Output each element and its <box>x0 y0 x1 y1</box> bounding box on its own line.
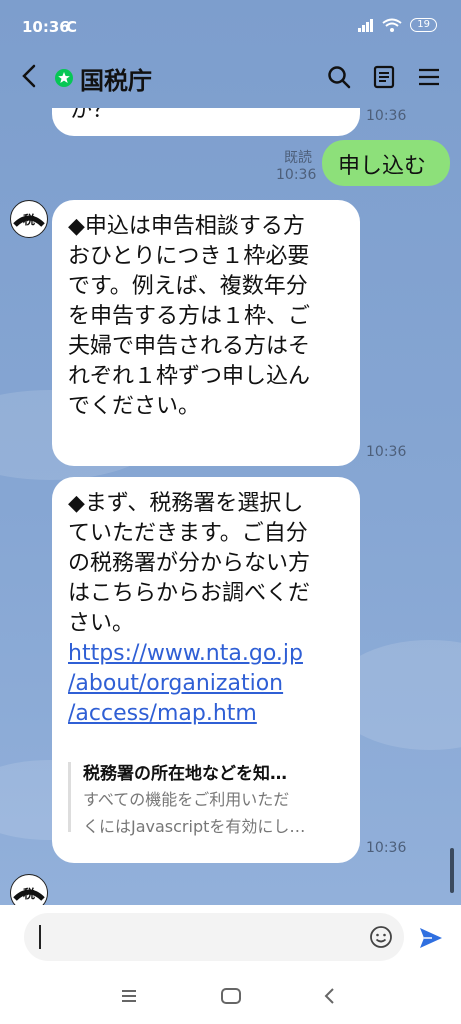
svg-text:税: 税 <box>23 886 35 901</box>
message-input-area <box>0 905 461 971</box>
chat-header: 国税庁 <box>0 44 461 108</box>
official-star-icon <box>55 69 73 87</box>
status-bar: 10:36 C 19 <box>0 0 461 44</box>
search-icon[interactable] <box>326 64 352 90</box>
send-icon[interactable] <box>418 925 444 951</box>
avatar[interactable]: 税 <box>10 200 48 238</box>
text-caret <box>39 925 41 949</box>
message-text: か？ <box>70 108 115 123</box>
sync-icon: C <box>66 18 78 36</box>
signal-icon <box>358 19 374 32</box>
link-preview-title: 税務署の所在地などを知… <box>83 764 287 784</box>
status-time: 10:36 <box>22 18 70 36</box>
message-time: 10:36 <box>366 108 407 124</box>
nav-menu-icon[interactable] <box>120 988 138 1004</box>
notes-icon[interactable] <box>371 64 397 90</box>
message-text: ◆まず、税務署を選択し ていただきます。ご自分 の税務署が分からない方 はこちら… <box>68 491 311 636</box>
link-preview-description: すべての機能をご利用いただ くにはJavascriptを有効にし… <box>83 790 306 836</box>
sent-message-text: 申し込む <box>338 154 427 179</box>
wifi-icon <box>382 18 402 32</box>
message-time: 10:36 <box>366 444 407 460</box>
menu-icon[interactable] <box>416 64 442 90</box>
avatar[interactable]: 税 <box>10 874 48 905</box>
read-label: 既読 <box>284 150 312 166</box>
nav-home-icon[interactable] <box>220 987 242 1005</box>
message-bubble-partial: か？ <box>52 108 360 136</box>
emoji-icon[interactable] <box>369 925 393 949</box>
chat-title: 国税庁 <box>80 67 152 95</box>
message-link[interactable]: https://www.nta.go.jp /about/organizatio… <box>68 639 353 729</box>
message-list[interactable]: か？ 10:36 既読 10:36 申し込む 税 ◆申込は申告相談する方 おひと… <box>0 108 461 905</box>
back-icon[interactable] <box>18 64 42 88</box>
message-bubble: ◆まず、税務署を選択し ていただきます。ご自分 の税務署が分からない方 はこちら… <box>52 477 360 863</box>
sent-message-bubble: 申し込む <box>322 140 450 186</box>
scrollbar[interactable] <box>450 848 454 893</box>
message-bubble: ◆申込は申告相談する方 おひとりにつき１枠必要 です。例えば、複数年分 を申告す… <box>52 200 360 466</box>
message-time: 10:36 <box>366 840 407 856</box>
svg-text:税: 税 <box>23 212 35 227</box>
message-time: 10:36 <box>276 167 317 183</box>
message-text: ◆申込は申告相談する方 おひとりにつき１枠必要 です。例えば、複数年分 を申告す… <box>68 214 311 419</box>
system-navigation-bar <box>0 971 461 1024</box>
message-input[interactable] <box>24 913 404 961</box>
link-preview[interactable]: 税務署の所在地などを知… すべての機能をご利用いただ くにはJavascript… <box>68 762 348 836</box>
status-icons: 19 <box>358 18 437 32</box>
battery-indicator: 19 <box>410 18 437 32</box>
nav-back-icon[interactable] <box>322 987 338 1005</box>
